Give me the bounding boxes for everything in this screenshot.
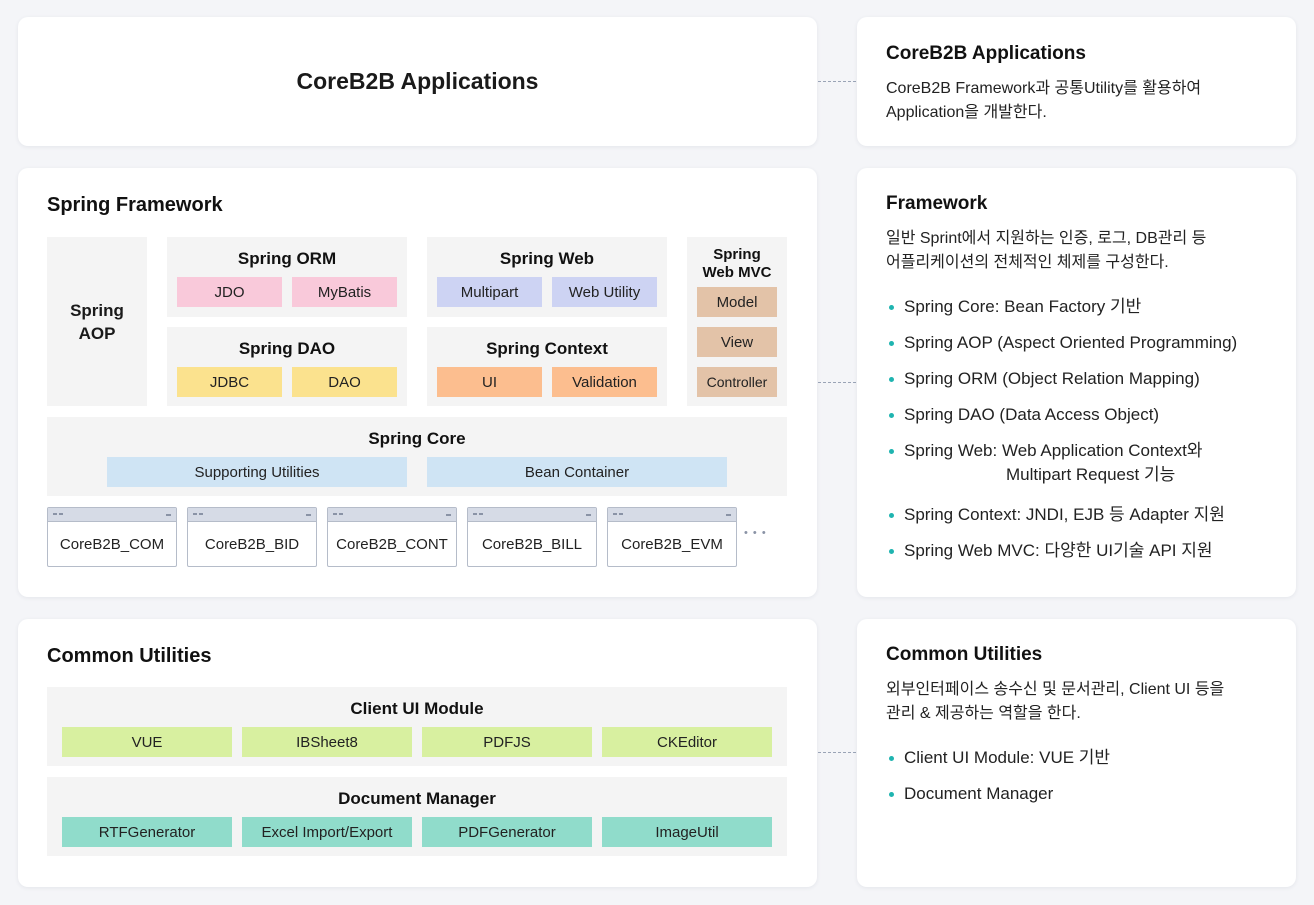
orm-chip-jdo: JDO [177, 277, 282, 307]
list-item: Spring Core: Bean Factory 기반 [886, 295, 1237, 319]
module-titlebar [328, 508, 456, 522]
core-chip-bean-container: Bean Container [427, 457, 727, 487]
mvc-chip-view: View [697, 327, 777, 357]
spring-orm-title: Spring ORM [237, 249, 337, 268]
info-framework-title: Framework [886, 193, 988, 214]
spring-web-mvc-title: Spring Web MVC [702, 246, 772, 281]
web-chip-multipart: Multipart [437, 277, 542, 307]
common-utilities-card: Common Utilities Client UI Module VUE IB… [18, 619, 817, 887]
document-manager-block: Document Manager RTFGenerator Excel Impo… [47, 777, 787, 856]
list-item: Client UI Module: VUE 기반 [886, 746, 1110, 770]
list-item: Spring ORM (Object Relation Mapping) [886, 367, 1237, 391]
document-manager-title: Document Manager [338, 789, 496, 808]
connector-applications [818, 81, 856, 82]
info-applications-title: CoreB2B Applications [886, 43, 1086, 64]
module-window: CoreB2B_BID [187, 507, 317, 567]
spring-web-title: Spring Web [499, 249, 595, 268]
more-modules-ellipsis: • • • [744, 527, 767, 539]
info-framework-desc-line: 어플리케이션의 전체적인 체제를 구성한다. [886, 254, 1169, 271]
client-chip-vue: VUE [62, 727, 232, 757]
orm-chip-mybatis: MyBatis [292, 277, 397, 307]
web-chip-web-utility: Web Utility [552, 277, 657, 307]
spring-aop-label: Spring AOP [70, 300, 124, 343]
connector-framework [818, 382, 856, 383]
module-label: CoreB2B_BILL [481, 535, 583, 553]
info-framework-desc-line: 일반 Sprint에서 지원하는 인증, 로그, DB관리 등 [886, 230, 1207, 247]
module-label: CoreB2B_CONT [336, 535, 448, 553]
spring-context-title: Spring Context [486, 339, 608, 358]
mvc-chip-model: Model [697, 287, 777, 317]
info-applications-desc-line: CoreB2B Framework과 공통Utility를 활용하여 [886, 80, 1202, 97]
spring-core-block: Spring Core Supporting Utilities Bean Co… [47, 417, 787, 496]
list-item: Spring AOP (Aspect Oriented Programming) [886, 331, 1237, 355]
info-common-title: Common Utilities [886, 644, 1043, 665]
dao-chip-dao: DAO [292, 367, 397, 397]
client-ui-module-title: Client UI Module [350, 699, 484, 718]
context-chip-ui: UI [437, 367, 542, 397]
spring-core-title: Spring Core [368, 429, 466, 448]
spring-aop-block: Spring AOP [47, 237, 147, 406]
doc-chip-rtfgenerator: RTFGenerator [62, 817, 232, 847]
module-window: CoreB2B_EVM [607, 507, 737, 567]
dao-chip-jdbc: JDBC [177, 367, 282, 397]
module-titlebar [188, 508, 316, 522]
list-item: Spring Context: JNDI, EJB 등 Adapter 지원 [886, 503, 1237, 527]
spring-framework-title: Spring Framework [47, 194, 223, 216]
connector-common [818, 752, 856, 753]
module-window: CoreB2B_COM [47, 507, 177, 567]
spring-dao-title: Spring DAO [238, 339, 336, 358]
applications-card: CoreB2B Applications [18, 17, 817, 146]
info-framework-desc: 일반 Sprint에서 지원하는 인증, 로그, DB관리 등 어플리케이션의 … [886, 227, 1286, 275]
applications-title: CoreB2B Applications [296, 68, 539, 94]
spring-web-block: Spring Web Multipart Web Utility [427, 237, 667, 317]
list-item: Spring Web: Web Application Context와 Mult… [886, 439, 1237, 487]
module-label: CoreB2B_BID [204, 535, 300, 553]
list-item: Spring Web MVC: 다양한 UI기술 API 지원 [886, 539, 1237, 563]
client-chip-ckeditor: CKEditor [602, 727, 772, 757]
common-bullet-list: Client UI Module: VUE 기반 Document Manage… [886, 746, 1110, 806]
core-chip-supporting-utilities: Supporting Utilities [107, 457, 407, 487]
module-titlebar [48, 508, 176, 522]
module-window: CoreB2B_BILL [467, 507, 597, 567]
spring-web-mvc-block: Spring Web MVC Model View Controller [687, 237, 787, 406]
module-window: CoreB2B_CONT [327, 507, 457, 567]
doc-chip-excel-import-export: Excel Import/Export [242, 817, 412, 847]
module-titlebar [608, 508, 736, 522]
client-chip-ibsheet8: IBSheet8 [242, 727, 412, 757]
info-common-desc-line: 관리 & 제공하는 역할을 한다. [886, 705, 1081, 722]
list-item: Document Manager [886, 782, 1110, 806]
common-utilities-title: Common Utilities [47, 645, 212, 667]
client-chip-pdfjs: PDFJS [422, 727, 592, 757]
spring-dao-block: Spring DAO JDBC DAO [167, 327, 407, 406]
module-titlebar [468, 508, 596, 522]
module-label: CoreB2B_COM [59, 535, 165, 553]
doc-chip-imageutil: ImageUtil [602, 817, 772, 847]
module-label: CoreB2B_EVM [621, 535, 723, 553]
context-chip-validation: Validation [552, 367, 657, 397]
info-common-desc-line: 외부인터페이스 송수신 및 문서관리, Client UI 등을 [886, 681, 1225, 698]
info-applications-desc-line: Application을 개발한다. [886, 104, 1047, 121]
doc-chip-pdfgenerator: PDFGenerator [422, 817, 592, 847]
client-ui-module-block: Client UI Module VUE IBSheet8 PDFJS CKEd… [47, 687, 787, 766]
spring-context-block: Spring Context UI Validation [427, 327, 667, 406]
info-common-desc: 외부인터페이스 송수신 및 문서관리, Client UI 등을 관리 & 제공… [886, 678, 1286, 726]
mvc-chip-controller: Controller [697, 367, 777, 397]
list-item: Spring DAO (Data Access Object) [886, 403, 1237, 427]
spring-orm-block: Spring ORM JDO MyBatis [167, 237, 407, 317]
framework-bullet-list: Spring Core: Bean Factory 기반 Spring AOP … [886, 295, 1237, 563]
info-applications-desc: CoreB2B Framework과 공통Utility를 활용하여 Appli… [886, 77, 1286, 125]
